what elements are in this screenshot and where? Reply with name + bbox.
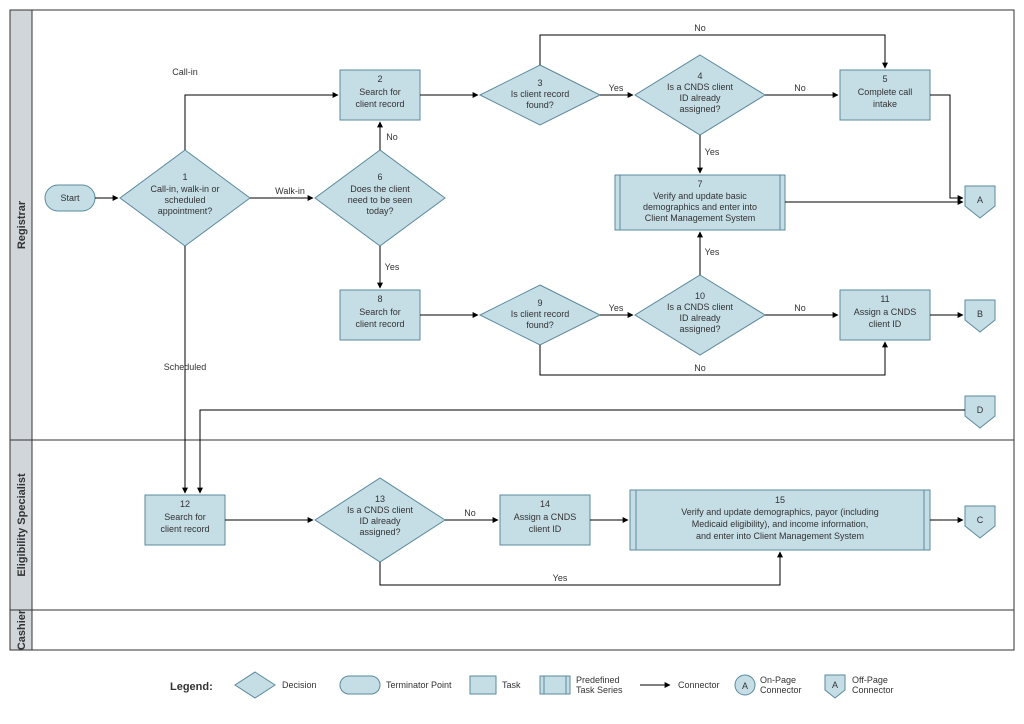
svg-text:found?: found? [526,320,554,330]
task-8: 8 Search for client record [340,290,420,340]
svg-text:assigned?: assigned? [679,104,720,114]
offpage-c: C [965,506,995,538]
svg-text:Yes: Yes [609,83,624,93]
legend: Legend: Decision Terminator Point Task P… [170,672,894,698]
svg-text:Is client record: Is client record [511,309,570,319]
predef-15: 15 Verify and update demographics, payor… [630,490,930,550]
svg-text:ID already: ID already [679,313,721,323]
svg-text:No: No [694,363,706,373]
svg-text:assigned?: assigned? [359,527,400,537]
svg-text:Assign a CNDS: Assign a CNDS [854,307,917,317]
svg-text:Medicaid eligibility), and inc: Medicaid eligibility), and income inform… [692,519,869,529]
svg-text:Does the client: Does the client [350,184,410,194]
svg-text:12: 12 [180,499,190,509]
edge-walkin: Walk-in [275,186,305,196]
svg-text:found?: found? [526,100,554,110]
svg-text:client record: client record [160,524,209,534]
svg-text:No: No [464,508,476,518]
svg-text:3: 3 [537,78,542,88]
svg-text:demographics and enter into: demographics and enter into [643,202,757,212]
svg-text:Verify and update demographics: Verify and update demographics, payor (i… [681,507,879,517]
svg-text:6: 6 [377,172,382,182]
svg-text:D: D [977,405,984,415]
decision-13: 13 Is a CNDS client ID already assigned? [315,478,445,562]
svg-text:today?: today? [366,206,393,216]
start-label: Start [60,193,80,203]
svg-text:client ID: client ID [529,524,562,534]
svg-text:intake: intake [873,99,897,109]
svg-text:ID already: ID already [679,93,721,103]
edge-scheduled: Scheduled [164,362,207,372]
svg-text:Is a CNDS client: Is a CNDS client [347,505,414,515]
svg-text:client record: client record [355,99,404,109]
svg-text:client ID: client ID [869,319,902,329]
svg-text:No: No [694,23,706,33]
svg-text:Client Management System: Client Management System [645,213,756,223]
svg-text:A: A [832,680,838,690]
svg-text:5: 5 [882,74,887,84]
svg-text:4: 4 [697,71,702,81]
svg-text:Search for: Search for [359,307,401,317]
svg-text:On-Page: On-Page [760,675,796,685]
predef-7: 7 Verify and update basic demographics a… [615,175,785,230]
svg-text:client record: client record [355,319,404,329]
svg-text:8: 8 [377,294,382,304]
svg-text:Yes: Yes [553,573,568,583]
lane-registrar-label: Registrar [16,200,28,249]
svg-text:Is a CNDS client: Is a CNDS client [667,82,734,92]
svg-text:Yes: Yes [609,303,624,313]
svg-text:9: 9 [537,298,542,308]
svg-text:14: 14 [540,499,550,509]
svg-text:Assign a CNDS: Assign a CNDS [514,512,577,522]
svg-text:Predefined: Predefined [576,675,620,685]
svg-text:Decision: Decision [282,680,317,690]
svg-text:ID already: ID already [359,516,401,526]
svg-text:Yes: Yes [705,247,720,257]
svg-text:Call-in, walk-in or: Call-in, walk-in or [150,184,219,194]
svg-text:B: B [977,309,983,319]
svg-text:need to be seen: need to be seen [348,195,413,205]
svg-text:No: No [794,83,806,93]
lane-eligibility-label: Eligibility Specialist [16,473,28,577]
svg-text:Task: Task [502,680,521,690]
svg-text:11: 11 [880,294,889,304]
svg-text:Yes: Yes [385,262,400,272]
svg-text:Is a CNDS client: Is a CNDS client [667,302,734,312]
svg-text:2: 2 [377,74,382,84]
svg-text:Legend:: Legend: [170,681,213,693]
svg-text:7: 7 [697,179,702,189]
lane-cashier-label: Cashier [16,609,28,650]
svg-text:13: 13 [375,494,385,504]
svg-text:Connector: Connector [678,680,720,690]
svg-text:Task Series: Task Series [576,685,623,695]
svg-text:Complete call: Complete call [858,87,913,97]
svg-text:Connector: Connector [852,685,894,695]
svg-text:assigned?: assigned? [679,324,720,334]
svg-text:No: No [386,132,398,142]
svg-text:Off-Page: Off-Page [852,675,888,685]
svg-text:and enter into Client Manageme: and enter into Client Management System [696,531,864,541]
svg-text:Connector: Connector [760,685,802,695]
svg-text:A: A [977,195,983,205]
svg-text:scheduled: scheduled [164,195,205,205]
svg-text:Verify and update basic: Verify and update basic [653,191,747,201]
svg-text:Is client record: Is client record [511,89,570,99]
task-14: 14 Assign a CNDS client ID [500,495,590,545]
svg-text:1: 1 [182,172,187,182]
task-12: 12 Search for client record [145,495,225,545]
svg-text:Search for: Search for [359,87,401,97]
svg-text:No: No [794,303,806,313]
svg-text:A: A [742,681,748,691]
svg-text:10: 10 [695,291,705,301]
edge-callin: Call-in [172,67,198,77]
task-11: 11 Assign a CNDS client ID [840,290,930,340]
task-2: 2 Search for client record [340,70,420,120]
svg-text:C: C [977,515,984,525]
svg-text:appointment?: appointment? [158,206,213,216]
svg-text:Yes: Yes [705,147,720,157]
task-5: 5 Complete call intake [840,70,930,120]
svg-text:Search for: Search for [164,512,206,522]
svg-text:Terminator Point: Terminator Point [386,680,452,690]
svg-text:15: 15 [775,495,785,505]
